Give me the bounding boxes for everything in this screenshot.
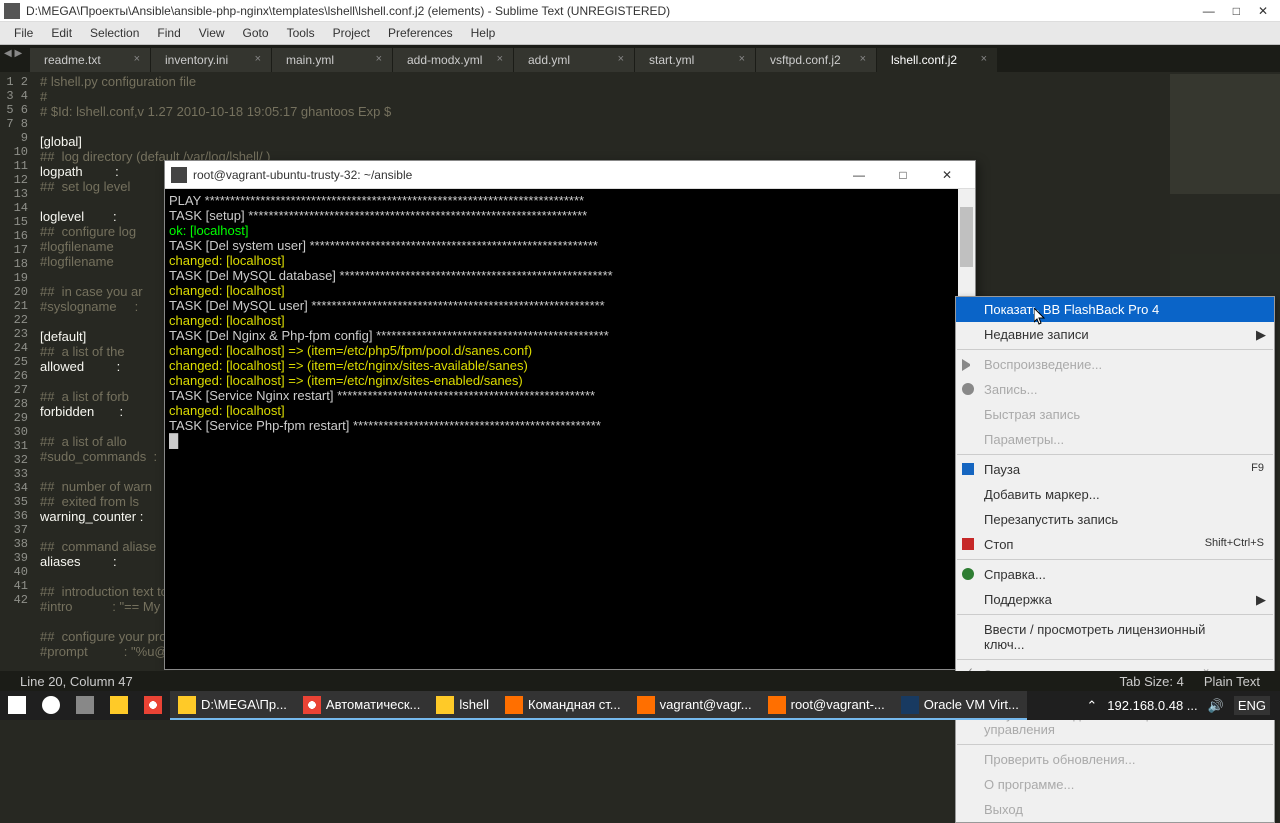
tray-chevron[interactable]: ⌃ [1086, 698, 1097, 714]
ctx-item[interactable]: Поддержка▶ [956, 587, 1274, 612]
system-tray[interactable]: ⌃ 192.168.0.48 ... 🔊 ENG [1086, 696, 1280, 715]
line-gutter: 1 2 3 4 5 6 7 8 9 10 11 12 13 14 15 16 1… [0, 72, 36, 672]
status-position[interactable]: Line 20, Column 47 [10, 674, 143, 689]
minimize-button[interactable]: — [1203, 4, 1215, 18]
tab[interactable]: readme.txt× [30, 48, 150, 72]
terminal-body[interactable]: PLAY ***********************************… [165, 189, 975, 669]
ctx-item[interactable]: Добавить маркер... [956, 482, 1274, 507]
search-button[interactable] [34, 691, 68, 720]
menu-tools[interactable]: Tools [279, 24, 323, 42]
ctx-item: Воспроизведение... [956, 352, 1274, 377]
tab-close-icon[interactable]: × [618, 53, 624, 65]
terminal-maximize[interactable]: □ [881, 168, 925, 182]
tray-volume-icon[interactable]: 🔊 [1208, 698, 1224, 714]
tab-close-icon[interactable]: × [255, 53, 261, 65]
terminal-window: root@vagrant-ubuntu-trusty-32: ~/ansible… [164, 160, 976, 670]
ctx-item[interactable]: Недавние записи▶ [956, 322, 1274, 347]
menu-help[interactable]: Help [463, 24, 504, 42]
help-icon [962, 568, 974, 580]
taskbar-app[interactable]: lshell [428, 691, 497, 720]
terminal-close[interactable]: ✕ [925, 168, 969, 182]
ctx-item[interactable]: Ввести / просмотреть лицензионный ключ..… [956, 617, 1274, 657]
tab-close-icon[interactable]: × [981, 53, 987, 65]
taskbar-app[interactable]: Oracle VM Virt... [893, 691, 1027, 720]
menu-file[interactable]: File [6, 24, 41, 42]
status-tabsize[interactable]: Tab Size: 4 [1110, 674, 1194, 689]
menu-project[interactable]: Project [325, 24, 378, 42]
stop-icon [962, 538, 974, 550]
taskbar-app[interactable]: root@vagrant-... [760, 691, 893, 720]
taskview-button[interactable] [68, 691, 102, 720]
tray-context-menu: Показать BB FlashBack Pro 4Недавние запи… [955, 296, 1275, 823]
ctx-item[interactable]: СтопShift+Ctrl+S [956, 532, 1274, 557]
menu-preferences[interactable]: Preferences [380, 24, 461, 42]
ctx-item[interactable]: Перезапустить запись [956, 507, 1274, 532]
ctx-item[interactable]: Показать BB FlashBack Pro 4 [956, 297, 1274, 322]
explorer-button[interactable] [102, 691, 136, 720]
tab[interactable]: lshell.conf.j2× [877, 48, 997, 72]
ctx-item[interactable]: ПаузаF9 [956, 457, 1274, 482]
taskbar-app[interactable]: Автоматическ... [295, 691, 428, 720]
putty-icon [171, 167, 187, 183]
menu-bar: FileEditSelectionFindViewGotoToolsProjec… [0, 22, 1280, 45]
tab-close-icon[interactable]: × [860, 53, 866, 65]
tab-nav[interactable]: ◀ ▶ [4, 48, 22, 59]
menu-view[interactable]: View [191, 24, 233, 42]
menu-selection[interactable]: Selection [82, 24, 147, 42]
status-syntax[interactable]: Plain Text [1194, 674, 1270, 689]
tray-language[interactable]: ENG [1234, 696, 1270, 715]
tab[interactable]: add.yml× [514, 48, 634, 72]
taskbar-app[interactable]: vagrant@vagr... [629, 691, 760, 720]
tab-strip: ◀ ▶ readme.txt×inventory.ini×main.yml×ad… [0, 45, 1280, 72]
tab-close-icon[interactable]: × [376, 53, 382, 65]
tab[interactable]: start.yml× [635, 48, 755, 72]
taskbar-app[interactable]: Командная ст... [497, 691, 629, 720]
ctx-item: Запись... [956, 377, 1274, 402]
tab[interactable]: main.yml× [272, 48, 392, 72]
ctx-item: Параметры... [956, 427, 1274, 452]
ctx-item: Проверить обновления... [956, 747, 1274, 772]
ctx-item[interactable]: Справка... [956, 562, 1274, 587]
window-title-bar: D:\MEGA\Проекты\Ansible\ansible-php-ngin… [0, 0, 1280, 22]
tab[interactable]: inventory.ini× [151, 48, 271, 72]
tab-close-icon[interactable]: × [134, 53, 140, 65]
chrome-button[interactable] [136, 691, 170, 720]
status-bar: Line 20, Column 47 Tab Size: 4 Plain Tex… [0, 671, 1280, 691]
ctx-item: Быстрая запись [956, 402, 1274, 427]
terminal-title-bar: root@vagrant-ubuntu-trusty-32: ~/ansible… [165, 161, 975, 189]
windows-taskbar: D:\MEGA\Пр...Автоматическ...lshellКоманд… [0, 691, 1280, 720]
maximize-button[interactable]: □ [1233, 4, 1240, 18]
menu-edit[interactable]: Edit [43, 24, 80, 42]
rec-icon [962, 383, 974, 395]
app-icon [4, 3, 20, 19]
window-title: D:\MEGA\Проекты\Ansible\ansible-php-ngin… [26, 4, 1203, 18]
taskbar-app[interactable]: D:\MEGA\Пр... [170, 691, 295, 720]
pause-icon [962, 463, 974, 475]
tab[interactable]: vsftpd.conf.j2× [756, 48, 876, 72]
ctx-item: О программе... [956, 772, 1274, 797]
terminal-title: root@vagrant-ubuntu-trusty-32: ~/ansible [193, 168, 837, 182]
close-button[interactable]: ✕ [1258, 4, 1268, 18]
play-icon [962, 359, 974, 371]
tab-close-icon[interactable]: × [739, 53, 745, 65]
tab[interactable]: add-modx.yml× [393, 48, 513, 72]
start-button[interactable] [0, 691, 34, 720]
terminal-minimize[interactable]: — [837, 168, 881, 182]
ctx-item: Выход [956, 797, 1274, 822]
menu-find[interactable]: Find [149, 24, 188, 42]
tab-close-icon[interactable]: × [497, 53, 503, 65]
tray-network[interactable]: 192.168.0.48 ... [1107, 698, 1197, 713]
menu-goto[interactable]: Goto [235, 24, 277, 42]
